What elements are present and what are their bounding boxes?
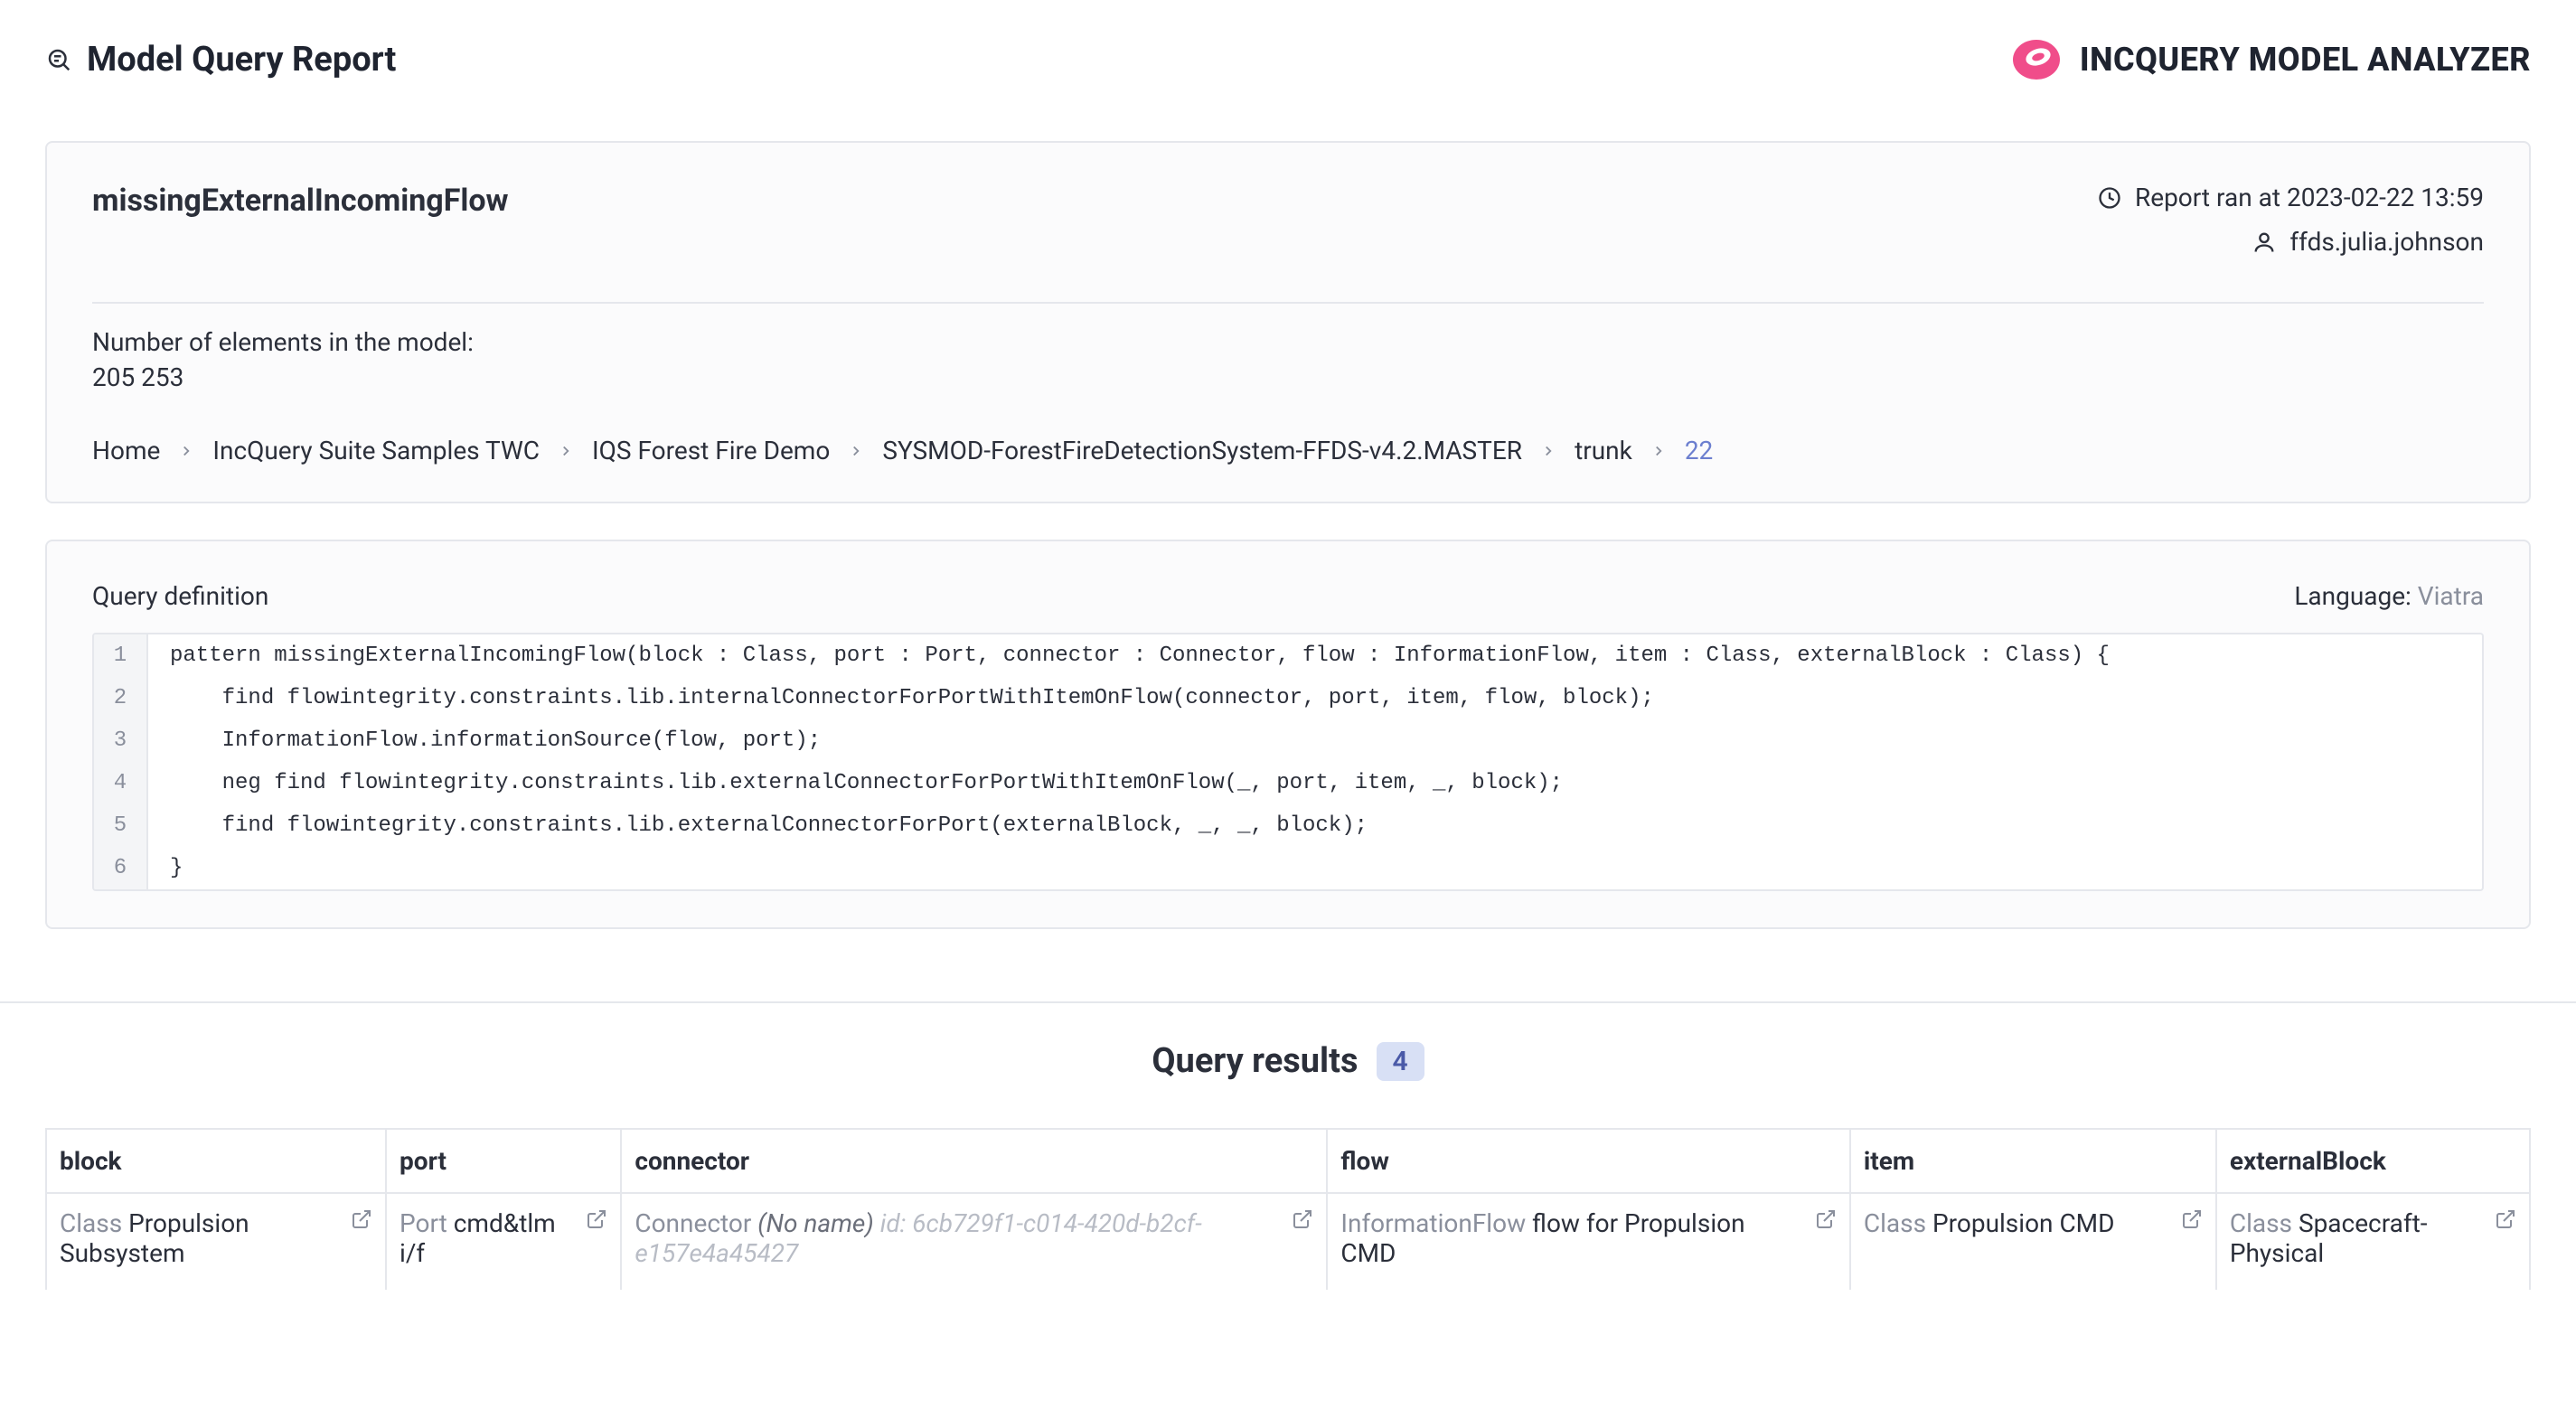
breadcrumb-item[interactable]: IncQuery Suite Samples TWC [212, 436, 540, 465]
chevron-right-icon [178, 443, 194, 459]
cell-text: Class Propulsion CMD [1864, 1208, 2172, 1238]
table-cell: Connector (No name) id: 6cb729f1-c014-42… [621, 1193, 1327, 1290]
title-wrap: Model Query Report [45, 40, 396, 80]
table-cell: Port cmd&tlm i/f [386, 1193, 621, 1290]
table-cell: InformationFlow flow for Propulsion CMD [1327, 1193, 1850, 1290]
breadcrumb-item[interactable]: IQS Forest Fire Demo [592, 436, 830, 465]
query-name: missingExternalIncomingFlow [92, 183, 509, 219]
query-definition-panel: Query definition Language: Viatra 1patte… [45, 540, 2531, 929]
results-count-badge: 4 [1377, 1042, 1424, 1081]
column-header[interactable]: externalBlock [2216, 1129, 2530, 1193]
chevron-right-icon [558, 443, 574, 459]
line-number: 2 [94, 677, 148, 719]
line-number: 6 [94, 847, 148, 889]
external-link-icon[interactable] [351, 1208, 372, 1230]
breadcrumb-item[interactable]: 22 [1685, 436, 1713, 465]
line-number: 1 [94, 634, 148, 677]
language-value: Viatra [2418, 581, 2484, 611]
user-icon [2252, 230, 2277, 255]
chevron-right-icon [848, 443, 864, 459]
cell-text: InformationFlow flow for Propulsion CMD [1340, 1208, 1806, 1268]
search-doc-icon [45, 46, 72, 73]
definition-title: Query definition [92, 581, 268, 611]
column-header[interactable]: block [46, 1129, 386, 1193]
column-header[interactable]: item [1850, 1129, 2216, 1193]
divider [92, 302, 2484, 304]
code-text: } [148, 847, 204, 889]
code-text: find flowintegrity.constraints.lib.inter… [148, 677, 1676, 719]
report-info-panel: missingExternalIncomingFlow Report ran a… [45, 141, 2531, 503]
language-label: Language: Viatra [2294, 581, 2484, 611]
line-number: 5 [94, 804, 148, 847]
results-table: blockportconnectorflowitemexternalBlock … [45, 1128, 2531, 1290]
element-count-value: 205 253 [92, 362, 2484, 392]
table-row: Class Propulsion Subsystem Port cmd&tlm i… [46, 1193, 2530, 1290]
brand-logo-icon [2009, 33, 2064, 87]
code-line: 2 find flowintegrity.constraints.lib.int… [94, 677, 2482, 719]
code-line: 6} [94, 847, 2482, 889]
code-line: 5 find flowintegrity.constraints.lib.ext… [94, 804, 2482, 847]
column-header[interactable]: connector [621, 1129, 1327, 1193]
code-text: InformationFlow.informationSource(flow, … [148, 719, 842, 762]
table-cell: Class Propulsion Subsystem [46, 1193, 386, 1290]
chevron-right-icon [1540, 443, 1556, 459]
breadcrumb-item[interactable]: trunk [1575, 436, 1632, 465]
code-text: find flowintegrity.constraints.lib.exter… [148, 804, 1389, 847]
page-title: Model Query Report [87, 40, 396, 80]
chevron-right-icon [1650, 443, 1667, 459]
external-link-icon[interactable] [1815, 1208, 1837, 1230]
table-cell: Class Propulsion CMD [1850, 1193, 2216, 1290]
cell-text: Class Spacecraft-Physical [2230, 1208, 2486, 1268]
column-header[interactable]: flow [1327, 1129, 1850, 1193]
cell-text: Connector (No name) id: 6cb729f1-c014-42… [635, 1208, 1283, 1268]
element-count-label: Number of elements in the model: [92, 327, 2484, 357]
brand-name: INCQUERY MODEL ANALYZER [2080, 41, 2531, 79]
line-number: 4 [94, 762, 148, 804]
brand: INCQUERY MODEL ANALYZER [2009, 33, 2531, 87]
code-line: 4 neg find flowintegrity.constraints.lib… [94, 762, 2482, 804]
breadcrumb: Home IncQuery Suite Samples TWC IQS Forest… [92, 436, 2484, 465]
table-cell: Class Spacecraft-Physical [2216, 1193, 2530, 1290]
external-link-icon[interactable] [2495, 1208, 2516, 1230]
results-title: Query results [1152, 1041, 1358, 1081]
line-number: 3 [94, 719, 148, 762]
code-text: pattern missingExternalIncomingFlow(bloc… [148, 634, 2131, 677]
external-link-icon[interactable] [1292, 1208, 1313, 1230]
breadcrumb-item[interactable]: Home [92, 436, 160, 465]
external-link-icon[interactable] [2181, 1208, 2203, 1230]
timestamp-text: Report ran at 2023-02-22 13:59 [2135, 183, 2484, 212]
external-link-icon[interactable] [586, 1208, 607, 1230]
code-text: neg find flowintegrity.constraints.lib.e… [148, 762, 1584, 804]
column-header[interactable]: port [386, 1129, 621, 1193]
results-header: Query results 4 [45, 1003, 2531, 1128]
user-text: ffds.julia.johnson [2289, 227, 2484, 257]
report-user: ffds.julia.johnson [2097, 227, 2484, 257]
code-line: 1pattern missingExternalIncomingFlow(blo… [94, 634, 2482, 677]
clock-icon [2097, 185, 2122, 211]
breadcrumb-item[interactable]: SYSMOD-ForestFireDetectionSystem-FFDS-v4… [882, 436, 1522, 465]
report-timestamp: Report ran at 2023-02-22 13:59 [2097, 183, 2484, 212]
cell-text: Class Propulsion Subsystem [60, 1208, 342, 1268]
header: Model Query Report INCQUERY MODEL ANALYZ… [45, 33, 2531, 87]
code-line: 3 InformationFlow.informationSource(flow… [94, 719, 2482, 762]
code-block: 1pattern missingExternalIncomingFlow(blo… [92, 633, 2484, 891]
cell-text: Port cmd&tlm i/f [400, 1208, 577, 1268]
